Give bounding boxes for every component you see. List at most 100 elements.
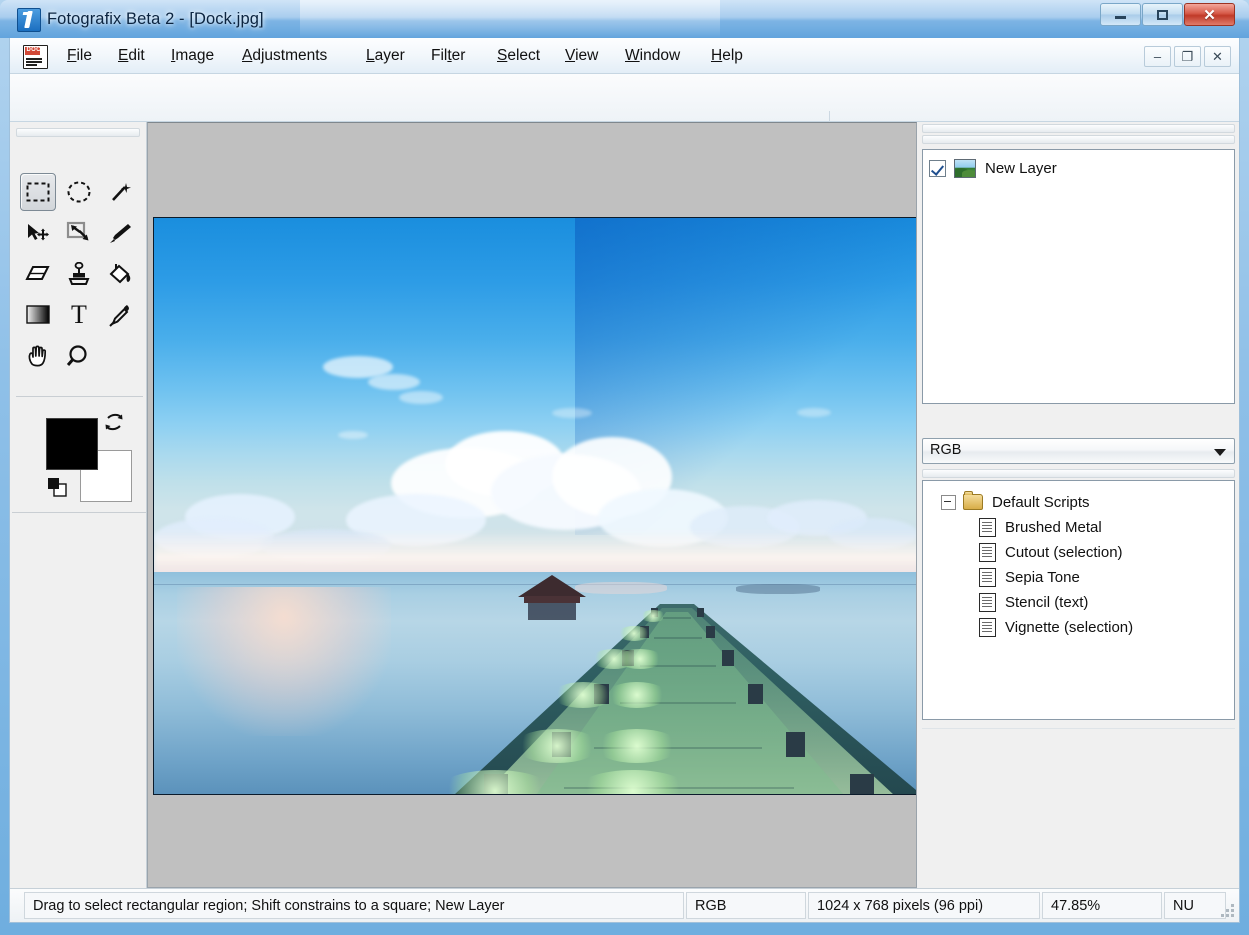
scripts-panel-grip[interactable] [922, 469, 1235, 478]
canvas-viewport[interactable] [147, 122, 917, 888]
script-file-icon [979, 592, 996, 612]
scripts-root-label: Default Scripts [992, 493, 1090, 511]
application-window: Fotografix Beta 2 - [Dock.jpg] ✕ DOC Fil… [0, 0, 1249, 935]
color-swatches [20, 410, 140, 502]
script-item-brushed-metal[interactable]: Brushed Metal [979, 515, 1102, 539]
default-colors-icon[interactable] [46, 476, 68, 498]
chevron-down-icon [1214, 449, 1226, 456]
dock-empty-area [922, 728, 1235, 884]
type-tool[interactable]: T [61, 296, 97, 334]
resize-grip[interactable] [1221, 904, 1235, 918]
script-item-vignette[interactable]: Vignette (selection) [979, 615, 1133, 639]
pier-lamp-glow [640, 609, 667, 622]
document-icon[interactable]: DOC [23, 45, 48, 69]
channel-dropdown-value: RGB [930, 442, 962, 458]
pier [154, 598, 916, 794]
elliptical-marquee-tool[interactable] [61, 173, 97, 211]
close-icon: ✕ [1212, 48, 1223, 64]
tool-options-bar: Style: Normal Dimensions: : [10, 74, 1239, 157]
menu-edit[interactable]: Edit [109, 38, 154, 74]
clone-stamp-tool[interactable] [61, 255, 97, 293]
script-item-sepia-tone[interactable]: Sepia Tone [979, 565, 1080, 589]
magic-wand-tool[interactable] [102, 173, 138, 211]
menu-window[interactable]: Window [616, 38, 689, 74]
toolbox-panel: T [12, 122, 147, 888]
menu-bar: DOC File Edit Image Adjustments Layer Fi… [10, 38, 1239, 74]
status-hint: Drag to select rectangular region; Shift… [24, 892, 684, 919]
script-label: Brushed Metal [1005, 518, 1102, 536]
script-file-icon [979, 517, 996, 537]
rectangular-marquee-tool[interactable] [20, 173, 56, 211]
eyedropper-tool[interactable] [102, 296, 138, 334]
pier-lamp-glow [617, 625, 652, 641]
minimize-icon [1101, 4, 1140, 25]
maximize-icon [1143, 4, 1182, 25]
status-dimensions: 1024 x 768 pixels (96 ppi) [808, 892, 1040, 919]
toolbox-lower-divider [12, 512, 146, 513]
distant-island [736, 584, 821, 594]
mdi-restore-button[interactable]: ❐ [1174, 46, 1201, 67]
menu-file[interactable]: File [58, 38, 101, 74]
restore-icon: ❐ [1181, 48, 1194, 64]
window-title: Fotografix Beta 2 - [Dock.jpg] [47, 10, 264, 28]
menu-image[interactable]: Image [162, 38, 223, 74]
script-label: Sepia Tone [1005, 568, 1080, 586]
script-label: Cutout (selection) [1005, 543, 1123, 561]
image-canvas[interactable] [153, 217, 916, 795]
layer-visibility-checkbox[interactable] [929, 159, 946, 177]
layers-panel-grip[interactable] [922, 135, 1235, 144]
cloud-wisp [399, 390, 444, 404]
fotografix-logo-icon [17, 8, 41, 32]
menu-layer[interactable]: Layer [357, 38, 414, 74]
window-close-button[interactable]: ✕ [1184, 3, 1235, 26]
mdi-minimize-button[interactable]: – [1144, 46, 1171, 67]
paint-bucket-tool[interactable] [102, 255, 138, 293]
status-bar: Drag to select rectangular region; Shift… [10, 888, 1239, 921]
folder-icon [963, 491, 983, 510]
move-tool[interactable] [20, 214, 56, 252]
layers-panel-grip-top[interactable] [922, 124, 1235, 133]
title-bar[interactable]: Fotografix Beta 2 - [Dock.jpg] ✕ [0, 0, 1249, 38]
collapse-icon[interactable] [941, 494, 956, 510]
layer-thumbnail-icon [954, 158, 976, 178]
layer-name: New Layer [985, 159, 1057, 177]
layer-item[interactable]: New Layer [929, 155, 1229, 181]
status-extra: NU [1164, 892, 1226, 919]
menu-adjustments[interactable]: Adjustments [233, 38, 336, 74]
menu-help[interactable]: Help [702, 38, 752, 74]
window-minimize-button[interactable] [1100, 3, 1141, 26]
script-label: Stencil (text) [1005, 593, 1089, 611]
script-file-icon [979, 567, 996, 587]
foreground-color-swatch[interactable] [46, 418, 98, 470]
client-area: DOC File Edit Image Adjustments Layer Fi… [9, 38, 1240, 923]
zoom-tool[interactable] [61, 337, 97, 375]
close-icon: ✕ [1203, 6, 1216, 24]
script-file-icon [979, 617, 996, 637]
status-color-mode: RGB [686, 892, 806, 919]
toolbox-grip[interactable] [16, 128, 140, 137]
channel-dropdown[interactable]: RGB [922, 438, 1235, 464]
menu-view[interactable]: View [556, 38, 607, 74]
scripts-tree-root[interactable]: Default Scripts [941, 490, 1090, 514]
eraser-tool[interactable] [20, 255, 56, 293]
brush-tool[interactable] [102, 214, 138, 252]
script-label: Vignette (selection) [1005, 618, 1134, 636]
menu-filter[interactable]: Filter [422, 38, 474, 74]
script-item-stencil[interactable]: Stencil (text) [979, 590, 1088, 614]
right-dock: New Layer RGB Default Scripts Brushed Me… [918, 122, 1239, 888]
scripts-panel[interactable]: Default Scripts Brushed Metal Cutout (se… [922, 480, 1235, 720]
script-file-icon [979, 542, 996, 562]
crop-tool[interactable] [61, 214, 97, 252]
gradient-tool[interactable] [20, 296, 56, 334]
menu-select[interactable]: Select [488, 38, 549, 74]
hand-tool[interactable] [20, 337, 56, 375]
minimize-icon: – [1153, 49, 1162, 64]
window-maximize-button[interactable] [1142, 3, 1183, 26]
script-item-cutout[interactable]: Cutout (selection) [979, 540, 1123, 564]
layers-panel[interactable]: New Layer [922, 149, 1235, 404]
toolbox-divider [16, 396, 143, 397]
swap-colors-icon[interactable] [104, 412, 124, 432]
gazebo-roof [518, 575, 587, 598]
status-zoom: 47.85% [1042, 892, 1162, 919]
mdi-close-button[interactable]: ✕ [1204, 46, 1231, 67]
